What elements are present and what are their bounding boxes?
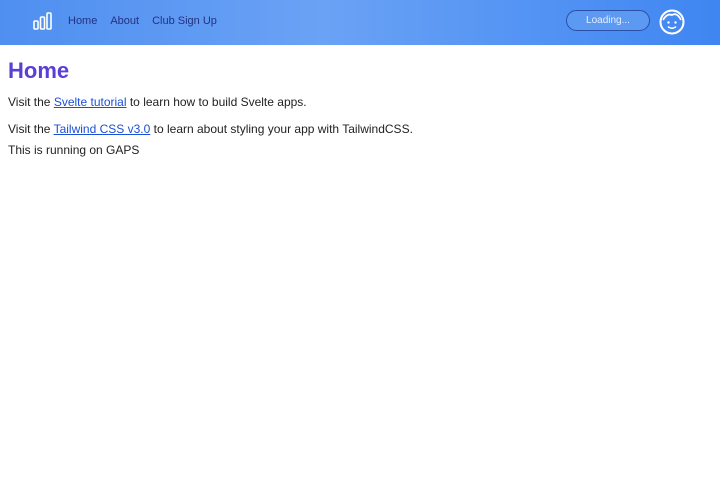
paragraph-text: Visit the <box>8 122 54 136</box>
nav-link-about[interactable]: About <box>110 14 139 28</box>
face-avatar-icon[interactable] <box>659 9 685 35</box>
nav-links: Home About Club Sign Up <box>68 14 230 28</box>
page-title: Home <box>8 58 70 83</box>
svelte-tutorial-link[interactable]: Svelte tutorial <box>54 95 127 109</box>
tailwind-paragraph: Visit the Tailwind CSS v3.0 to learn abo… <box>8 122 413 136</box>
nav-link-club-sign-up[interactable]: Club Sign Up <box>152 14 217 28</box>
paragraph-text: Visit the <box>8 95 54 109</box>
paragraph-text: to learn about styling your app with Tai… <box>150 122 413 136</box>
nav-link-home[interactable]: Home <box>68 14 97 28</box>
loading-button[interactable]: Loading... <box>566 10 650 31</box>
top-navbar: Home About Club Sign Up Loading... <box>0 0 720 45</box>
paragraph-text: to learn how to build Svelte apps. <box>126 95 307 109</box>
bar-chart-icon[interactable] <box>33 12 52 30</box>
tutorial-paragraph: Visit the Svelte tutorial to learn how t… <box>8 95 307 109</box>
main-content: Home Visit the Svelte tutorial to learn … <box>8 58 708 157</box>
tailwind-css-link[interactable]: Tailwind CSS v3.0 <box>54 122 151 136</box>
runtime-paragraph: This is running on GAPS <box>8 143 140 157</box>
